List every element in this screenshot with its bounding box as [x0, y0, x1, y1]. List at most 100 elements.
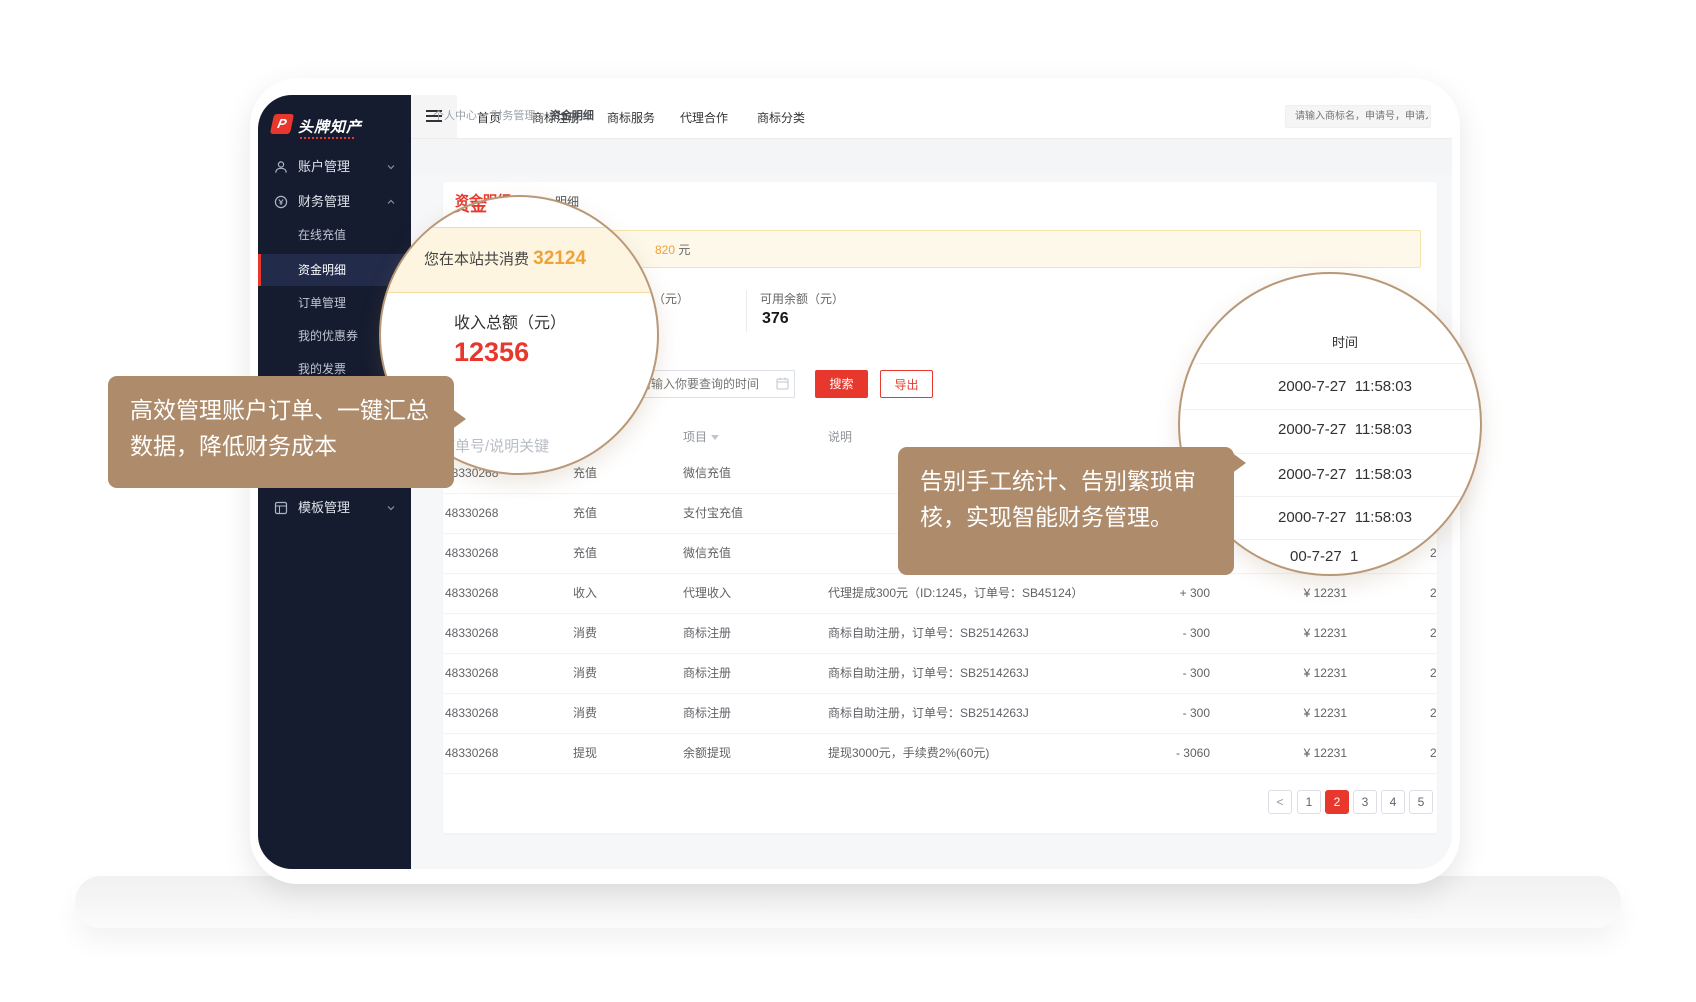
- sidebar-item-label: 订单管理: [298, 287, 346, 319]
- magnified-time-value: 2000-7-27 11:58:03: [1278, 509, 1412, 526]
- banner-amount-rest: 820 元: [655, 241, 690, 258]
- breadcrumb-part[interactable]: 财务管理: [491, 110, 535, 122]
- sidebar-item-label: 在线充值: [298, 219, 346, 251]
- cell-desc: 商标自助注册，订单号：SB2514263J: [828, 614, 1029, 653]
- chevron-down-icon: [386, 503, 396, 513]
- magnified-consumption-amount: 32124: [533, 248, 586, 269]
- magnified-income-value: 12356: [454, 337, 529, 368]
- magnified-income-label: 收入总额（元）: [454, 309, 566, 333]
- cell-balance: ¥ 12231: [1263, 654, 1347, 693]
- cell-project: 余额提现: [683, 734, 731, 773]
- cell-type: 收入: [573, 574, 597, 613]
- stat-divider: [746, 290, 747, 332]
- cell-order: 48330268: [445, 614, 498, 653]
- nav-link-agent-cooperation[interactable]: 代理合作: [680, 109, 728, 126]
- pagination-page-2-active[interactable]: 2: [1325, 790, 1349, 814]
- cell-balance: ¥ 12231: [1263, 574, 1347, 613]
- pagination-page-5[interactable]: 5: [1409, 790, 1433, 814]
- stat-balance-value: 376: [762, 310, 789, 328]
- magnified-time-value: 2000-7-27 11:58:03: [1278, 421, 1412, 438]
- sidebar-item-account[interactable]: 账户管理: [258, 151, 411, 183]
- cell-time: 2000-7-27 11:58:03: [1430, 574, 1437, 613]
- nav-link-trademark-service[interactable]: 商标服务: [607, 109, 655, 126]
- global-search-input[interactable]: [1285, 105, 1431, 128]
- cell-order: 48330268: [445, 694, 498, 733]
- cell-order: 48330268: [445, 494, 498, 533]
- cell-balance: ¥ 12231: [1263, 694, 1347, 733]
- export-button[interactable]: 导出: [880, 370, 933, 398]
- pagination-page-4[interactable]: 4: [1381, 790, 1405, 814]
- header-project[interactable]: 项目: [683, 422, 719, 452]
- cell-amount: - 300: [1133, 614, 1210, 653]
- logo-text: 头牌知产: [298, 116, 362, 137]
- cell-type: 消费: [573, 614, 597, 653]
- cell-desc: 提现3000元，手续费2%(60元): [828, 734, 989, 773]
- sidebar-item-label: 资金明细: [298, 254, 346, 286]
- magnified-time-header: 时间: [1332, 332, 1358, 351]
- cell-project: 微信充值: [683, 454, 731, 493]
- template-icon: [274, 501, 288, 515]
- chevron-up-icon: [386, 197, 396, 207]
- pagination-prev-button[interactable]: <: [1268, 790, 1292, 814]
- cell-time: 2000-7-27 11:58:03: [1430, 654, 1437, 693]
- magnified-keyword-placeholder: 订单号/说明关键: [440, 435, 549, 456]
- cell-type: 提现: [573, 734, 597, 773]
- cell-project: 商标注册: [683, 614, 731, 653]
- callout-left-arrow: [451, 408, 466, 430]
- table-row: 48330268 提现 余额提现 提现3000元，手续费2%(60元) - 3060 ¥ …: [443, 734, 1437, 774]
- user-icon: [274, 160, 288, 174]
- stat-spend-label-partial: （元）: [653, 290, 689, 307]
- cell-order: 48330268: [445, 734, 498, 773]
- pagination-page-1[interactable]: 1: [1297, 790, 1321, 814]
- sidebar-item-label: 财务管理: [298, 186, 350, 218]
- search-button[interactable]: 搜索: [815, 370, 868, 398]
- cell-project: 支付宝充值: [683, 494, 743, 533]
- stat-balance-label: 可用余额（元）: [760, 290, 844, 307]
- screenshot-canvas: P 头牌知产 账户管理 财务管理 在线充值 资金明细 订单管理: [0, 0, 1696, 1002]
- breadcrumb-bar: [411, 139, 1452, 175]
- callout-left: 高效管理账户订单、一键汇总数据，降低财务成本: [108, 376, 454, 488]
- cell-amount: - 300: [1133, 654, 1210, 693]
- cell-time: 2000-7-27 11:58:03: [1430, 734, 1437, 773]
- cell-type: 消费: [573, 694, 597, 733]
- magnified-time-value: 2000-7-27 11:58:03: [1278, 378, 1412, 395]
- cell-type: 充值: [573, 534, 597, 573]
- sort-caret-icon: [711, 435, 719, 440]
- breadcrumb-current: 资金明细: [550, 110, 594, 122]
- cell-project: 商标注册: [683, 654, 731, 693]
- table-row: 48330268 消费 商标注册 商标自助注册，订单号：SB2514263J - 300…: [443, 614, 1437, 654]
- callout-right: 告别手工统计、告别繁琐审核，实现智能财务管理。: [898, 447, 1234, 575]
- finance-icon: [274, 195, 288, 209]
- callout-right-arrow: [1231, 452, 1246, 474]
- magnified-banner: 您在本站共消费 32124: [379, 227, 659, 293]
- breadcrumb: 个人中心>财务管理>资金明细: [433, 107, 594, 123]
- cell-time: 2000-7-27 11:58:03: [1430, 614, 1437, 653]
- table-row: 48330268 消费 商标注册 商标自助注册，订单号：SB2514263J - 300…: [443, 654, 1437, 694]
- cell-desc: 商标自助注册，订单号：SB2514263J: [828, 694, 1029, 733]
- cell-amount: + 300: [1133, 574, 1210, 613]
- cell-order: 48330268: [445, 534, 498, 573]
- header-desc: 说明: [828, 422, 852, 452]
- cell-desc: 商标自助注册，订单号：SB2514263J: [828, 654, 1029, 693]
- cell-type: 消费: [573, 654, 597, 693]
- calendar-icon[interactable]: [776, 377, 789, 390]
- chevron-down-icon: [386, 162, 396, 172]
- cell-order: 48330268: [445, 654, 498, 693]
- nav-link-trademark-category[interactable]: 商标分类: [757, 109, 805, 126]
- sidebar-item-finance[interactable]: 财务管理: [258, 186, 411, 218]
- magnified-tab-fragment: 资金: [453, 195, 487, 216]
- pagination-page-3[interactable]: 3: [1353, 790, 1377, 814]
- sidebar-item-template[interactable]: 模板管理: [258, 492, 411, 524]
- cell-project: 微信充值: [683, 534, 731, 573]
- cell-amount: - 3060: [1133, 734, 1210, 773]
- cell-time: 2000-7-27 11:58:03: [1430, 694, 1437, 733]
- breadcrumb-part[interactable]: 个人中心: [433, 110, 477, 122]
- cell-balance: ¥ 12231: [1263, 734, 1347, 773]
- sidebar-item-label: 模板管理: [298, 492, 350, 524]
- cell-balance: ¥ 12231: [1263, 614, 1347, 653]
- cell-amount: - 300: [1133, 694, 1210, 733]
- sidebar-item-label: 我的优惠券: [298, 320, 358, 352]
- magnified-time-value: 2000-7-27 11:58:03: [1278, 466, 1412, 483]
- logo-icon: P: [270, 114, 294, 134]
- cell-project: 商标注册: [683, 694, 731, 733]
